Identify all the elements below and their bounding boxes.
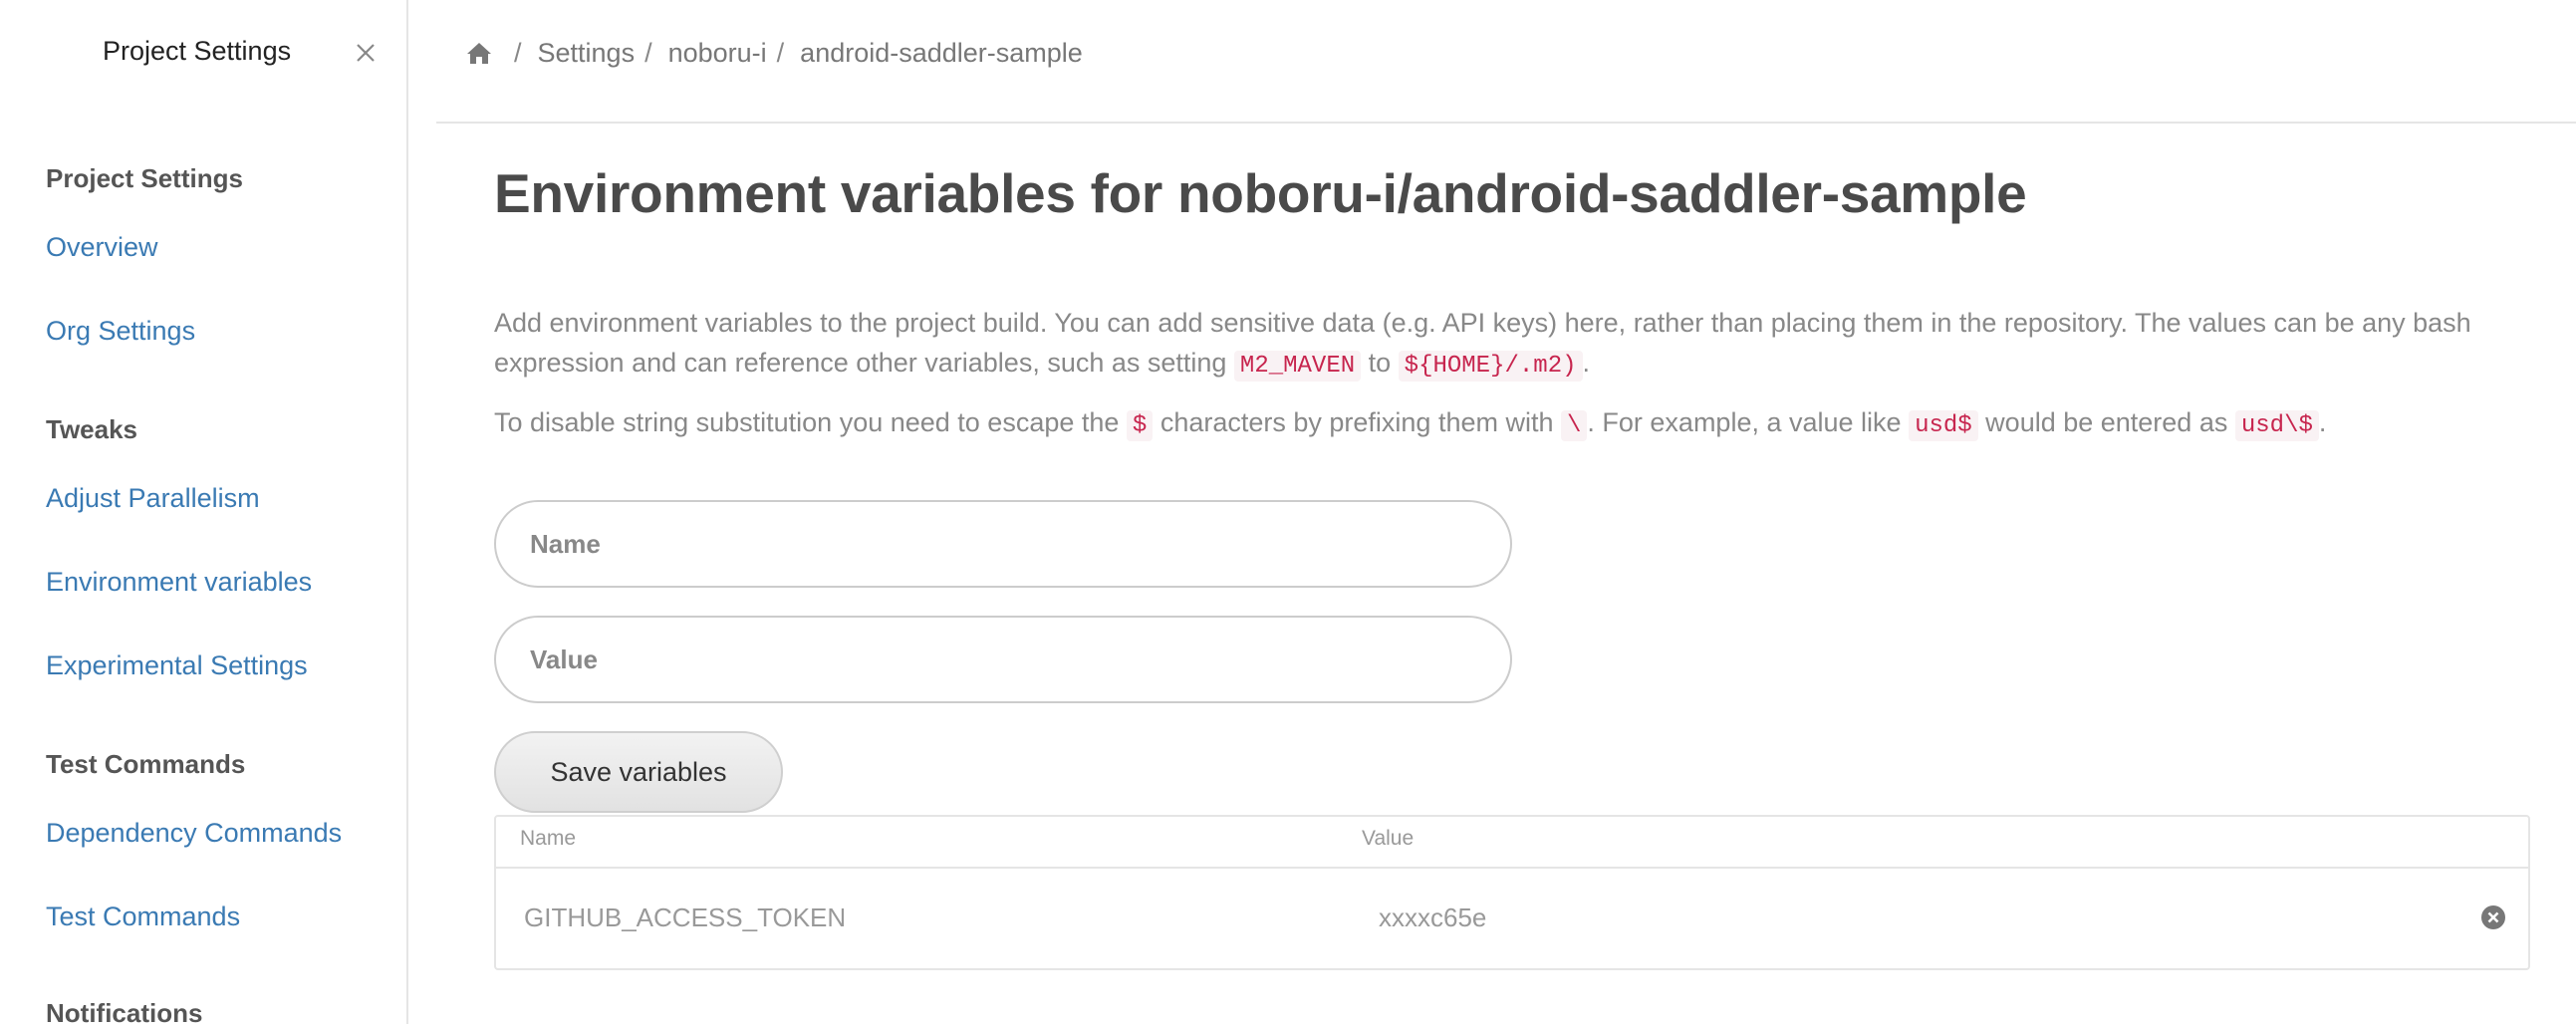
code-snippet: $ bbox=[1126, 410, 1154, 441]
nav-section-project-settings: Project Settings bbox=[46, 163, 243, 193]
sidebar-item-overview[interactable]: Overview bbox=[46, 232, 158, 263]
sidebar-title: Project Settings bbox=[103, 36, 292, 66]
desc-text: . bbox=[1582, 348, 1591, 378]
sidebar-header: Project Settings bbox=[0, 0, 408, 105]
column-header-name: Name bbox=[520, 827, 577, 850]
value-input[interactable] bbox=[494, 616, 1512, 703]
sidebar-item-dependency-commands[interactable]: Dependency Commands bbox=[46, 818, 342, 849]
column-header-value: Value bbox=[1362, 827, 1415, 850]
code-snippet: M2_MAVEN bbox=[1233, 351, 1362, 382]
table-divider bbox=[496, 867, 2528, 869]
name-input[interactable] bbox=[494, 500, 1512, 588]
sidebar-item-experimental-settings[interactable]: Experimental Settings bbox=[46, 650, 308, 681]
desc-text: . bbox=[2318, 407, 2327, 437]
breadcrumb-project[interactable]: android-saddler-sample bbox=[800, 38, 1083, 69]
env-description: Add environment variables to the project… bbox=[494, 303, 2526, 386]
sidebar-item-org-settings[interactable]: Org Settings bbox=[46, 316, 195, 347]
env-vars-table: Name Value GITHUB_ACCESS_TOKEN xxxxc65e bbox=[494, 815, 2530, 970]
desc-text: characters by prefixing them with bbox=[1153, 407, 1561, 437]
code-snippet: \ bbox=[1561, 410, 1588, 441]
nav-section-test-commands: Test Commands bbox=[46, 749, 246, 779]
home-icon[interactable] bbox=[466, 41, 492, 65]
page-title: Environment variables for noboru-i/andro… bbox=[494, 162, 2027, 224]
code-snippet: ${HOME}/.m2) bbox=[1398, 351, 1583, 382]
save-variables-button[interactable]: Save variables bbox=[494, 731, 783, 813]
desc-text: to bbox=[1361, 348, 1399, 378]
table-cell-name: GITHUB_ACCESS_TOKEN bbox=[524, 902, 847, 932]
breadcrumb-settings[interactable]: Settings bbox=[538, 38, 636, 69]
nav-section-tweaks: Tweaks bbox=[46, 414, 138, 444]
breadcrumb-separator: / bbox=[644, 37, 652, 68]
header-divider bbox=[436, 122, 2576, 124]
desc-text: . For example, a value like bbox=[1587, 407, 1910, 437]
table-cell-value: xxxxc65e bbox=[1379, 902, 1487, 932]
sidebar-item-environment-variables[interactable]: Environment variables bbox=[46, 567, 312, 598]
desc-text: To disable string substitution you need … bbox=[494, 407, 1127, 437]
breadcrumb: / Settings / noboru-i / android-saddler-… bbox=[466, 36, 1083, 70]
desc-text: would be entered as bbox=[1977, 407, 2235, 437]
close-icon[interactable] bbox=[351, 38, 381, 68]
nav-section-notifications: Notifications bbox=[46, 998, 203, 1028]
sidebar: Project Settings Project Settings Overvi… bbox=[0, 0, 408, 1028]
breadcrumb-org[interactable]: noboru-i bbox=[668, 38, 767, 69]
sidebar-item-adjust-parallelism[interactable]: Adjust Parallelism bbox=[46, 483, 260, 514]
remove-variable-icon[interactable] bbox=[2480, 904, 2506, 930]
sidebar-item-test-commands[interactable]: Test Commands bbox=[46, 901, 240, 932]
escape-description: To disable string substitution you need … bbox=[494, 402, 2526, 446]
code-snippet: usd\$ bbox=[2234, 410, 2319, 441]
breadcrumb-separator: / bbox=[514, 37, 522, 68]
breadcrumb-separator: / bbox=[776, 37, 785, 68]
code-snippet: usd$ bbox=[1909, 410, 1978, 441]
